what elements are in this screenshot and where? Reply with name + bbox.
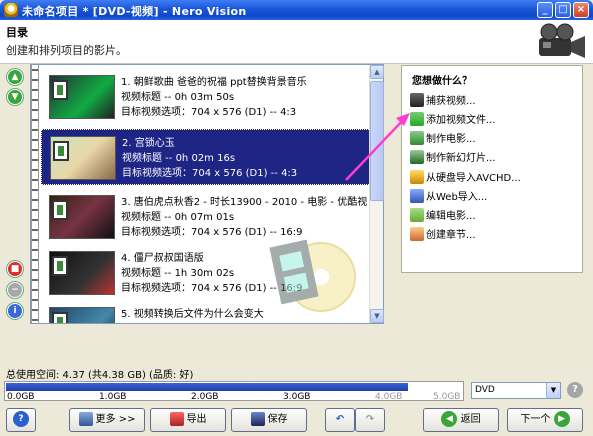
tick-label: 0.0GB <box>7 392 35 402</box>
help-icon: ? <box>13 411 29 427</box>
film-camera-logo-icon <box>539 23 585 58</box>
scroll-thumb[interactable] <box>370 81 384 201</box>
video-thumbnail <box>49 307 115 323</box>
disc-help-icon[interactable]: ? <box>567 382 583 398</box>
item-title: 1. 朝鲜歌曲 爸爸的祝福 ppt替换背景音乐 <box>121 77 307 88</box>
title-list[interactable]: 1. 朝鲜歌曲 爸爸的祝福 ppt替换背景音乐 视频标题 -- 0h 03m 5… <box>30 64 384 324</box>
more-icon <box>78 412 93 426</box>
usage-label: 总使用空间: 4.37 (共4.38 GB) (品质: 好) <box>6 370 194 381</box>
page-title: 目录 <box>6 26 28 39</box>
scroll-down-button[interactable]: ▼ <box>370 309 384 323</box>
chevron-down-icon[interactable]: ▼ <box>546 383 560 398</box>
item-title: 3. 唐伯虎点秋香2 - 时长13900 - 2010 - 电影 - 优酷视 <box>121 197 368 208</box>
save-icon <box>250 412 265 426</box>
close-button[interactable]: × <box>573 2 589 18</box>
disc-type-select[interactable]: DVD ▼ <box>471 382 561 399</box>
actions-title: 您想做什么？ <box>412 76 472 87</box>
import-web-action[interactable]: 从Web导入... <box>410 188 487 206</box>
camera-icon <box>410 92 424 107</box>
info-button[interactable]: i <box>7 303 23 319</box>
page-header: 目录 创建和排列项目的影片。 <box>0 20 593 64</box>
avchd-icon <box>410 169 424 184</box>
item-duration: 视频标题 -- 0h 07m 01s <box>121 212 235 223</box>
scroll-up-button[interactable]: ▲ <box>370 65 384 79</box>
move-up-button[interactable]: ▲ <box>7 69 23 85</box>
next-arrow-icon: ▶ <box>553 411 570 427</box>
bottom-toolbar: ? 更多 >> 导出 保存 ↶ ↷ ◀ 返回 下一个 ▶ <box>0 405 593 436</box>
tick-label: 4.0GB <box>375 392 403 402</box>
tick-label: 1.0GB <box>99 392 127 402</box>
help-button[interactable]: ? <box>6 408 36 432</box>
list-item[interactable]: 1. 朝鲜歌曲 爸爸的祝福 ppt替换背景音乐 视频标题 -- 0h 03m 5… <box>41 69 371 125</box>
filmstrip-left <box>31 65 39 323</box>
video-thumbnail <box>50 136 116 180</box>
film-disc-watermark-icon <box>269 239 356 312</box>
chapter-icon <box>410 226 424 241</box>
back-arrow-icon: ◀ <box>441 411 458 427</box>
tick-label: 3.0GB <box>283 392 311 402</box>
web-import-icon <box>410 188 424 203</box>
export-icon <box>169 412 184 426</box>
item-duration: 视频标题 -- 0h 02m 16s <box>122 153 236 164</box>
disabled-action-button[interactable]: − <box>7 282 23 298</box>
disc-type-value: DVD <box>475 385 495 395</box>
window-title: 未命名项目 * [DVD-视频] - Nero Vision <box>22 5 247 18</box>
tick-label: 5.0GB <box>433 392 461 402</box>
back-button[interactable]: ◀ 返回 <box>423 408 499 432</box>
make-movie-icon <box>410 130 424 145</box>
edit-movie-action[interactable]: 编辑电影... <box>410 207 476 225</box>
export-button[interactable]: 导出 <box>150 408 226 432</box>
edit-movie-icon <box>410 207 424 222</box>
move-down-button[interactable]: ▼ <box>7 89 23 105</box>
undo-button[interactable]: ↶ <box>325 408 355 432</box>
item-title: 2. 宫锁心玉 <box>122 138 175 149</box>
video-thumbnail <box>49 75 115 119</box>
page-subtitle: 创建和排列项目的影片。 <box>6 44 127 57</box>
maximize-button[interactable]: □ <box>555 2 571 18</box>
title-bar: 未命名项目 * [DVD-视频] - Nero Vision _ □ × <box>0 0 593 20</box>
item-duration: 视频标题 -- 0h 03m 50s <box>121 92 235 103</box>
import-avchd-action[interactable]: 从硬盘导入AVCHD... <box>410 169 521 187</box>
delete-button[interactable]: ■ <box>7 261 23 277</box>
add-video-icon <box>410 111 424 126</box>
item-target: 目标视频选项：704 x 576 (D1) -- 4:3 <box>121 107 297 118</box>
video-thumbnail <box>49 195 115 239</box>
capture-video-action[interactable]: 捕获视频... <box>410 92 476 110</box>
more-button[interactable]: 更多 >> <box>69 408 145 432</box>
undo-icon: ↶ <box>335 414 345 425</box>
nero-app-icon <box>4 3 18 17</box>
make-slideshow-action[interactable]: 制作新幻灯片... <box>410 149 496 167</box>
item-target: 目标视频选项：704 x 576 (D1) -- 4:3 <box>122 168 298 179</box>
redo-icon: ↷ <box>365 414 375 425</box>
save-button[interactable]: 保存 <box>231 408 307 432</box>
create-chapters-action[interactable]: 创建章节... <box>410 226 476 244</box>
next-button[interactable]: 下一个 ▶ <box>507 408 583 432</box>
minimize-button[interactable]: _ <box>537 2 553 18</box>
usage-bar-fill <box>6 383 408 391</box>
video-thumbnail <box>49 251 115 295</box>
list-scrollbar[interactable]: ▲ ▼ <box>369 65 384 323</box>
make-movie-action[interactable]: 制作电影... <box>410 130 476 148</box>
add-video-files-action[interactable]: 添加视频文件... <box>410 111 496 129</box>
item-title: 5. 视频转换后文件为什么会变大 <box>121 309 264 320</box>
tick-label: 2.0GB <box>191 392 219 402</box>
redo-button[interactable]: ↷ <box>355 408 385 432</box>
list-item-selected[interactable]: 2. 宫锁心玉 视频标题 -- 0h 02m 16s 目标视频选项：704 x … <box>41 129 371 185</box>
actions-panel: 您想做什么？ 捕获视频... 添加视频文件... 制作电影... 制作新幻灯片.… <box>401 65 583 273</box>
disc-usage-bar: 0.0GB 1.0GB 2.0GB 3.0GB 4.0GB 5.0GB <box>4 381 464 402</box>
slideshow-icon <box>410 149 424 164</box>
